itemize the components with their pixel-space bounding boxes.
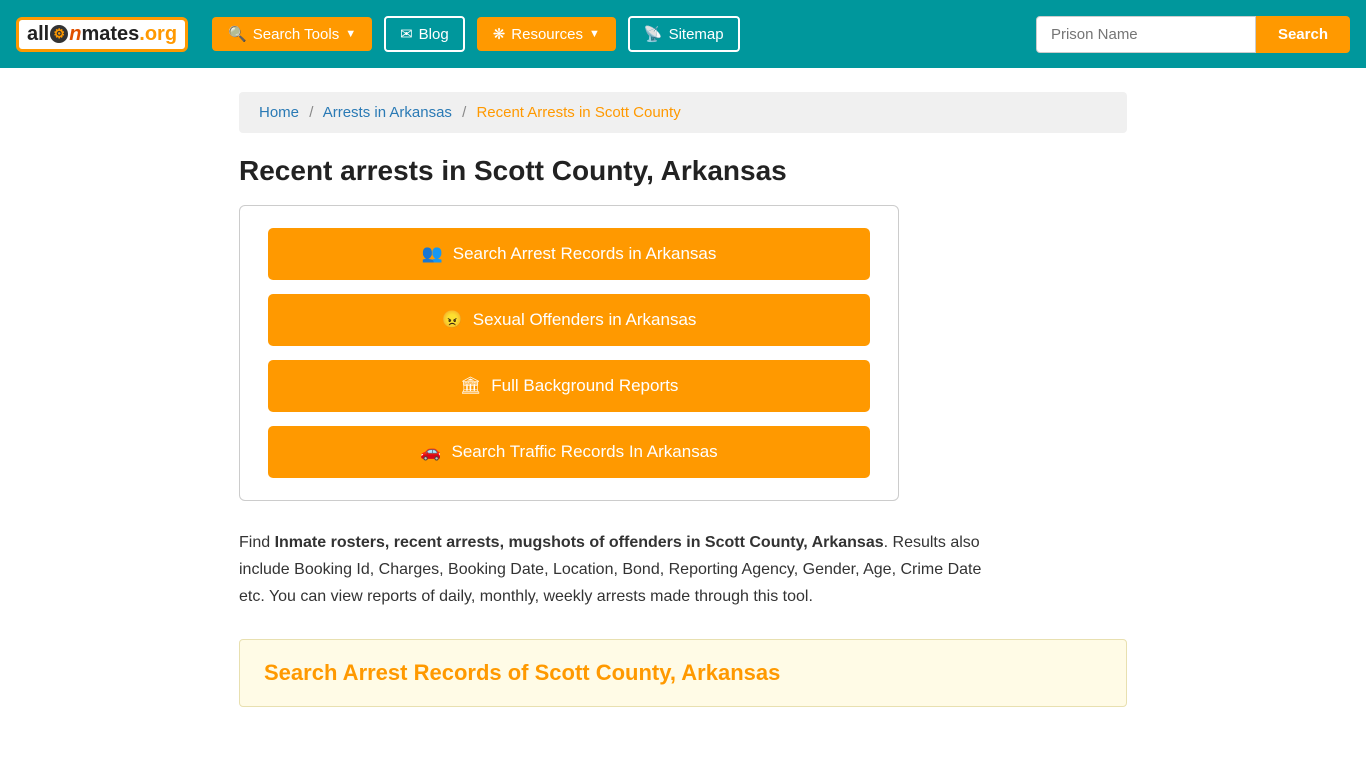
breadcrumb-current: Recent Arrests in Scott County: [476, 104, 680, 121]
prison-name-input[interactable]: [1036, 16, 1256, 53]
background-reports-label: Full Background Reports: [491, 376, 678, 396]
page-title: Recent arrests in Scott County, Arkansas: [239, 155, 1127, 187]
traffic-records-button[interactable]: 🚗 Search Traffic Records In Arkansas: [268, 426, 870, 478]
description-bold: Inmate rosters, recent arrests, mugshots…: [275, 534, 884, 551]
blog-button[interactable]: ✉ Blog: [384, 16, 465, 52]
logo-in: n: [69, 23, 81, 45]
blog-label: Blog: [419, 26, 449, 43]
description-intro: Find: [239, 534, 275, 551]
sexual-offenders-icon: 😠: [442, 310, 463, 330]
sitemap-button[interactable]: 📡 Sitemap: [628, 16, 740, 52]
search-tools-label: Search Tools: [253, 26, 339, 43]
background-reports-icon: 🏛: [460, 376, 482, 396]
resources-label: Resources: [511, 26, 583, 43]
sitemap-label: Sitemap: [669, 26, 724, 43]
breadcrumb: Home / Arrests in Arkansas / Recent Arre…: [239, 92, 1127, 133]
resources-button[interactable]: ❋ Resources ▼: [477, 17, 616, 51]
traffic-records-label: Search Traffic Records In Arkansas: [452, 442, 718, 462]
resources-icon: ❋: [493, 25, 506, 43]
button-panel: 👥 Search Arrest Records in Arkansas 😠 Se…: [239, 205, 899, 501]
logo-all: all: [27, 23, 49, 45]
breadcrumb-home[interactable]: Home: [259, 104, 299, 121]
sitemap-icon: 📡: [644, 25, 663, 43]
sexual-offenders-label: Sexual Offenders in Arkansas: [473, 310, 697, 330]
logo-mates: mates: [81, 23, 139, 45]
blog-icon: ✉: [400, 25, 413, 43]
main-content: Home / Arrests in Arkansas / Recent Arre…: [223, 68, 1143, 731]
sexual-offenders-button[interactable]: 😠 Sexual Offenders in Arkansas: [268, 294, 870, 346]
logo-gear-icon: ⚙: [50, 25, 68, 43]
logo-org: .org: [139, 23, 177, 45]
search-arrest-records-label: Search Arrest Records in Arkansas: [453, 244, 717, 264]
navbar-search-label: Search: [1278, 26, 1328, 43]
search-tools-button[interactable]: 🔍 Search Tools ▼: [212, 17, 372, 51]
breadcrumb-arrests-arkansas[interactable]: Arrests in Arkansas: [323, 104, 452, 121]
breadcrumb-sep-2: /: [462, 104, 466, 121]
arrest-records-icon: 👥: [422, 244, 443, 264]
search-bar: Search: [1036, 16, 1350, 53]
search-section: Search Arrest Records of Scott County, A…: [239, 639, 1127, 707]
search-section-title: Search Arrest Records of Scott County, A…: [264, 660, 1102, 686]
breadcrumb-sep-1: /: [309, 104, 313, 121]
search-tools-icon: 🔍: [228, 25, 247, 43]
logo[interactable]: all⚙nmates.org: [16, 17, 188, 52]
navbar: all⚙nmates.org 🔍 Search Tools ▼ ✉ Blog ❋…: [0, 0, 1366, 68]
search-arrest-records-button[interactable]: 👥 Search Arrest Records in Arkansas: [268, 228, 870, 280]
description: Find Inmate rosters, recent arrests, mug…: [239, 529, 999, 611]
navbar-search-button[interactable]: Search: [1256, 16, 1350, 53]
chevron-down-icon: ▼: [345, 28, 356, 40]
chevron-down-icon-resources: ▼: [589, 28, 600, 40]
background-reports-button[interactable]: 🏛 Full Background Reports: [268, 360, 870, 412]
traffic-records-icon: 🚗: [420, 442, 441, 462]
